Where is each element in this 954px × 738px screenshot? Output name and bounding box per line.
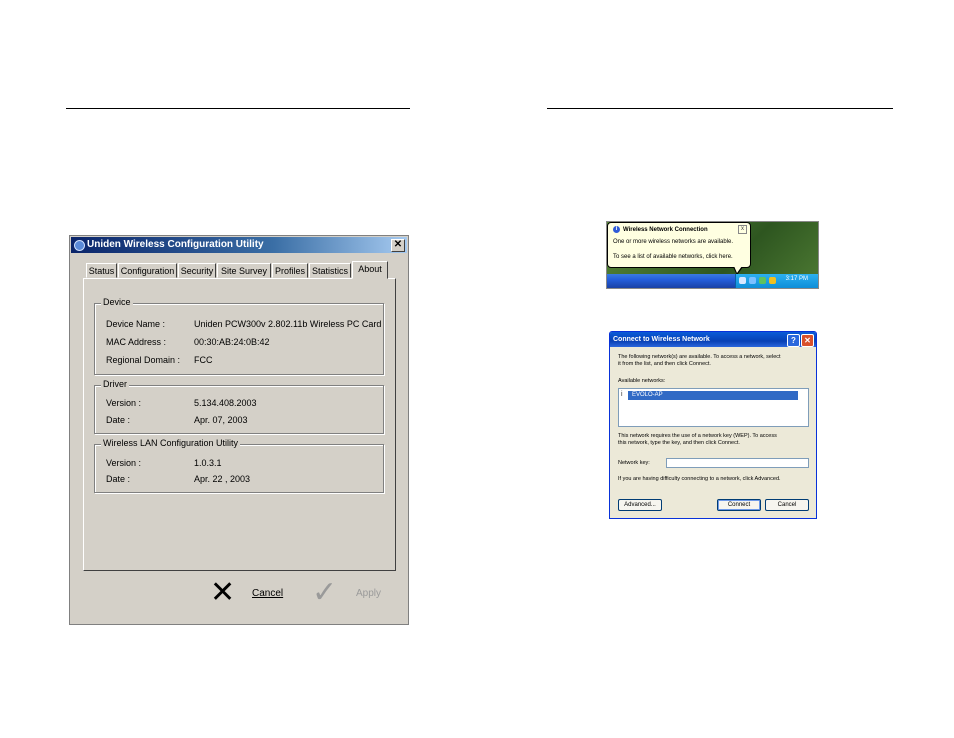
driver-version-label: Version : (106, 398, 142, 408)
driver-date-value: Apr. 07, 2003 (194, 415, 248, 425)
info-icon: i (613, 226, 620, 233)
difficulty-help-text: If you are having difficulty connecting … (618, 476, 781, 482)
help-icon[interactable]: ? (787, 334, 800, 347)
balloon-title: Wireless Network Connection (623, 227, 708, 233)
close-icon[interactable]: ✕ (801, 334, 814, 347)
driver-version-value: 5.134.408.2003 (194, 398, 257, 408)
taskbar-screenshot: i Wireless Network Connection x One or m… (606, 221, 819, 289)
network-tray-icon[interactable] (749, 277, 756, 284)
balloon-line-1: One or more wireless networks are availa… (613, 239, 734, 245)
regional-domain-label: Regional Domain : (106, 355, 181, 365)
device-name-label: Device Name : (106, 319, 166, 329)
mac-address-value: 00:30:AB:24:0B:42 (194, 337, 270, 347)
wireless-balloon[interactable]: i Wireless Network Connection x One or m… (607, 222, 751, 268)
apply-button[interactable]: ✓ Apply (310, 578, 386, 610)
utility-date-value: Apr. 22 , 2003 (194, 474, 251, 484)
utility-date-label: Date : (106, 474, 131, 484)
tab-about[interactable]: About (352, 261, 388, 279)
tab-security[interactable]: Security (178, 263, 216, 278)
connect-title: Connect to Wireless Network (613, 336, 710, 343)
window-title: Uniden Wireless Configuration Utility (87, 239, 264, 250)
driver-legend: Driver (101, 379, 129, 389)
wireless-tray-icon[interactable] (739, 277, 746, 284)
network-key-label: Network key: (618, 460, 650, 466)
wep-line-2: this network, type the key, and then cli… (618, 440, 740, 446)
uniden-title-bar[interactable]: Uniden Wireless Configuration Utility ✕ (71, 237, 407, 253)
utility-version-label: Version : (106, 458, 142, 468)
tab-configuration[interactable]: Configuration (118, 263, 177, 278)
available-networks-label: Available networks: (618, 378, 666, 384)
device-legend: Device (101, 297, 133, 307)
network-key-field[interactable] (666, 458, 809, 468)
balloon-close-icon[interactable]: x (738, 225, 747, 234)
taskbar: 3:17 PM (607, 274, 818, 288)
connect-button[interactable]: Connect (717, 499, 761, 511)
utility-legend: Wireless LAN Configuration Utility (101, 438, 241, 448)
close-icon[interactable]: ✕ (391, 239, 405, 252)
cancel-button[interactable]: ✕ Cancel (208, 578, 284, 610)
tab-profiles[interactable]: Profiles (272, 263, 308, 278)
device-group: Device Device Name : Uniden PCW300v 2.80… (94, 297, 384, 375)
utility-group: Wireless LAN Configuration Utility Versi… (94, 438, 384, 493)
connect-wireless-dialog: Connect to Wireless Network ? ✕ The foll… (609, 331, 817, 519)
right-page-rule (547, 108, 893, 109)
device-name-value: Uniden PCW300v 2.802.11b Wireless PC Car… (194, 319, 382, 329)
advanced-button[interactable]: Advanced... (618, 499, 662, 511)
update-tray-icon[interactable] (759, 277, 766, 284)
uniden-config-window: Uniden Wireless Configuration Utility ✕ … (69, 235, 409, 625)
tray-clock: 3:17 PM (785, 276, 808, 282)
driver-group: Driver Version : 5.134.408.2003 Date : A… (94, 379, 384, 434)
tab-site-survey[interactable]: Site Survey (217, 263, 271, 278)
security-tray-icon[interactable] (769, 277, 776, 284)
about-panel: Device Device Name : Uniden PCW300v 2.80… (83, 278, 396, 571)
wireless-network-icon: i (621, 391, 623, 398)
regional-domain-value: FCC (194, 355, 213, 365)
tab-status[interactable]: Status (86, 263, 117, 278)
network-item-evolo-ap[interactable]: EVOLO-AP (628, 391, 798, 400)
apply-label: Apply (356, 588, 382, 599)
cancel-x-icon: ✕ (210, 576, 236, 609)
system-tray: 3:17 PM (735, 274, 818, 288)
intro-line-2: it from the list, and then click Connect… (618, 361, 711, 367)
wep-line-1: This network requires the use of a netwo… (618, 433, 777, 439)
apply-check-icon: ✓ (312, 576, 338, 609)
connect-title-bar[interactable]: Connect to Wireless Network ? ✕ (610, 332, 816, 347)
available-networks-list[interactable]: i EVOLO-AP (618, 388, 809, 427)
mac-address-label: MAC Address : (106, 337, 167, 347)
cancel-label: Cancel (252, 588, 284, 599)
balloon-pointer-fill (734, 266, 742, 273)
tab-statistics[interactable]: Statistics (309, 263, 351, 278)
app-icon (74, 240, 85, 251)
left-page-rule (66, 108, 410, 109)
balloon-line-2[interactable]: To see a list of available networks, cli… (613, 254, 733, 260)
driver-date-label: Date : (106, 415, 131, 425)
cancel-button[interactable]: Cancel (765, 499, 809, 511)
utility-version-value: 1.0.3.1 (194, 458, 222, 468)
intro-line-1: The following network(s) are available. … (618, 354, 781, 360)
